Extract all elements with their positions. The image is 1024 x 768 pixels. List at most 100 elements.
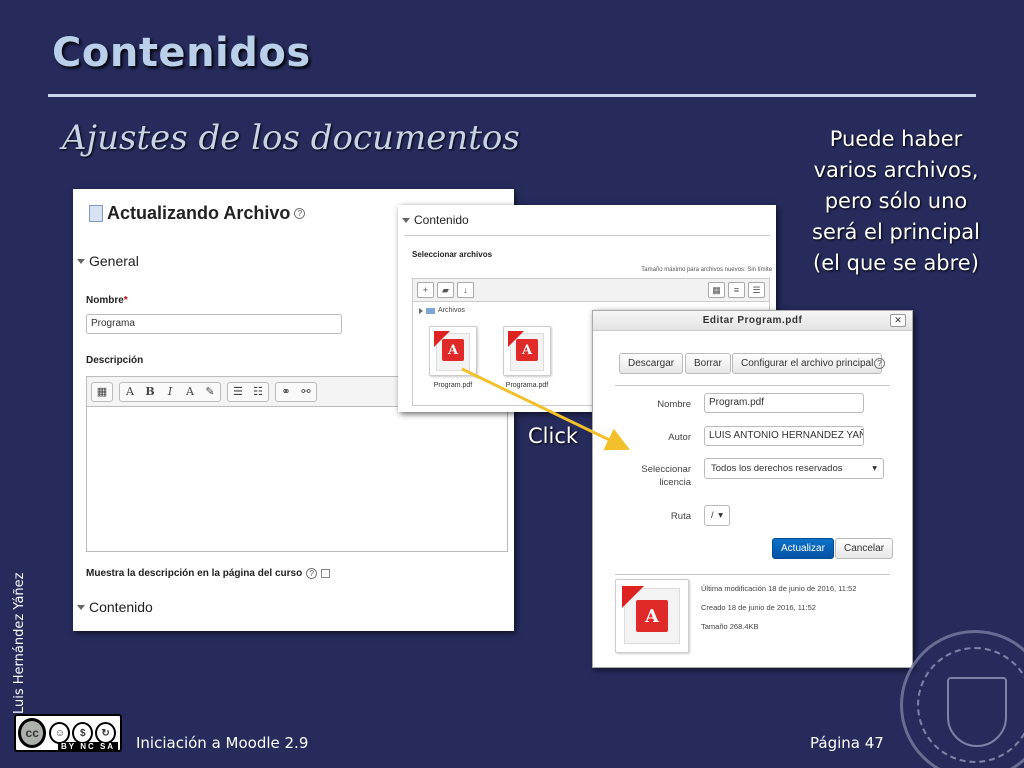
title-divider [48, 94, 976, 97]
collapse-icon [402, 217, 410, 223]
file-tile[interactable]: A Programa.pdf [501, 326, 553, 389]
download-icon[interactable]: ↓ [457, 282, 474, 298]
pdf-file-icon: A [429, 326, 477, 376]
slide-subtitle: Ajustes de los documentos [62, 118, 520, 158]
chevron-down-icon: ▾ [718, 510, 723, 521]
university-seal [900, 630, 1024, 768]
author-name: Luis Hernández Yáñez [12, 572, 27, 715]
click-label: Click [528, 424, 579, 448]
tree-view-icon[interactable]: ☰ [748, 282, 765, 298]
link-button[interactable]: ⚭ [276, 383, 296, 401]
file-picker-toolbar: + ▰ ↓ ▦ ≡ ☰ [412, 278, 770, 302]
path-value: / [711, 510, 714, 521]
description-editor[interactable] [86, 406, 508, 552]
attribution-icon: ☺ [49, 722, 71, 744]
path-label: Ruta [670, 511, 691, 522]
file-tile[interactable]: A Program.pdf [427, 326, 479, 389]
cc-license-badge: cc ☺ $ ↻ BY NC SA [14, 714, 122, 752]
section-general-label: General [89, 253, 139, 269]
font-style-button[interactable]: A [120, 383, 140, 401]
file-name: Programa.pdf [505, 382, 549, 389]
clear-format-button[interactable]: ✎ [200, 383, 220, 401]
side-note: Puede haber varios archivos, pero sólo u… [812, 127, 980, 275]
required-mark: * [123, 295, 128, 306]
dialog-title: Editar Program.pdf [593, 311, 912, 331]
name-input[interactable]: Programa [86, 314, 342, 334]
italic-button[interactable]: I [160, 383, 180, 401]
modified-date: Última modificación 18 de junio de 2016,… [701, 584, 857, 593]
divider [615, 574, 890, 575]
chevron-down-icon: ▾ [872, 463, 877, 474]
unordered-list-button[interactable]: ☰ [228, 383, 248, 401]
create-folder-icon[interactable]: ▰ [437, 282, 454, 298]
folder-icon [426, 307, 435, 314]
max-size-note: Tamaño máximo para archivos nuevos: Sin … [641, 267, 772, 273]
icon-view-icon[interactable]: ▦ [708, 282, 725, 298]
path-select[interactable]: / ▾ [704, 505, 730, 526]
file-name: Program.pdf [433, 382, 473, 389]
show-description-row: Muestra la descripción en la página del … [86, 568, 331, 579]
author-label: Autor [668, 432, 691, 443]
toolbar-group-show-more: ▦ [91, 381, 113, 402]
file-section-header[interactable]: Contenido [402, 213, 469, 227]
help-icon[interactable]: ? [306, 568, 318, 579]
edit-file-dialog: Editar Program.pdf ✕ Descargar Borrar Co… [592, 310, 913, 668]
unlink-button[interactable]: ⚯ [296, 383, 316, 401]
set-main-file-button[interactable]: Configurar el archivo principal [732, 353, 883, 374]
description-label: Descripción [86, 355, 144, 366]
name-label-text: Nombre [86, 295, 124, 306]
file-size: Tamaño 268.4KB [701, 622, 759, 631]
license-label: Seleccionar licencia [641, 464, 691, 488]
dialog-name-label: Nombre [657, 399, 691, 410]
update-button[interactable]: Actualizar [772, 538, 834, 559]
expand-icon [419, 307, 423, 314]
delete-button[interactable]: Borrar [685, 353, 731, 374]
toolbar-group-format: A B I A ✎ [119, 381, 221, 402]
show-description-label: Muestra la descripción en la página del … [86, 568, 303, 579]
section-content-label: Contenido [89, 599, 153, 615]
file-section-label: Contenido [414, 213, 469, 227]
help-icon[interactable]: ? [874, 358, 885, 369]
collapse-icon [77, 604, 85, 610]
name-label: Nombre* [86, 295, 128, 306]
divider [404, 235, 770, 236]
document-icon [89, 205, 103, 222]
folder-label: Archivos [438, 307, 465, 314]
toolbar-group-lists: ☰ ☷ [227, 381, 269, 402]
dialog-name-input[interactable]: Program.pdf [704, 393, 864, 413]
pdf-preview-icon: A [615, 579, 689, 653]
created-date: Creado 18 de junio de 2016, 11:52 [701, 603, 816, 612]
select-files-label: Seleccionar archivos [412, 250, 493, 259]
ordered-list-button[interactable]: ☷ [248, 383, 268, 401]
form-heading: Actualizando Archivo ? [89, 203, 306, 224]
folder-path[interactable]: Archivos [419, 307, 465, 314]
cc-icon: cc [18, 718, 47, 748]
footer-page-number: Página 47 [810, 734, 884, 752]
show-more-button[interactable]: ▦ [92, 383, 112, 401]
download-button[interactable]: Descargar [619, 353, 684, 374]
list-view-icon[interactable]: ≡ [728, 282, 745, 298]
toolbar-group-links: ⚭ ⚯ [275, 381, 317, 402]
license-select[interactable]: Todos los derechos reservados ▾ [704, 458, 884, 479]
help-icon[interactable]: ? [294, 208, 306, 219]
form-heading-text: Actualizando Archivo [107, 203, 291, 223]
pdf-file-icon: A [503, 326, 551, 376]
section-general[interactable]: General [77, 253, 139, 269]
add-file-icon[interactable]: + [417, 282, 434, 298]
cc-labels: BY NC SA [58, 742, 119, 751]
sharealike-icon: ↻ [95, 722, 116, 744]
section-content[interactable]: Contenido [77, 599, 153, 615]
author-input[interactable]: LUIS ANTONIO HERNANDEZ YAÑE [704, 426, 864, 446]
noncommercial-icon: $ [72, 722, 94, 744]
font-color-button[interactable]: A [180, 383, 200, 401]
slide-title: Contenidos [52, 30, 311, 76]
license-value: Todos los derechos reservados [711, 463, 843, 474]
cancel-button[interactable]: Cancelar [835, 538, 894, 559]
file-preview: A [615, 579, 689, 659]
show-description-checkbox[interactable] [321, 569, 331, 578]
collapse-icon [77, 258, 85, 264]
divider [615, 385, 890, 386]
bold-button[interactable]: B [140, 383, 160, 401]
footer-course: Iniciación a Moodle 2.9 [136, 734, 309, 752]
close-icon[interactable]: ✕ [890, 314, 906, 327]
